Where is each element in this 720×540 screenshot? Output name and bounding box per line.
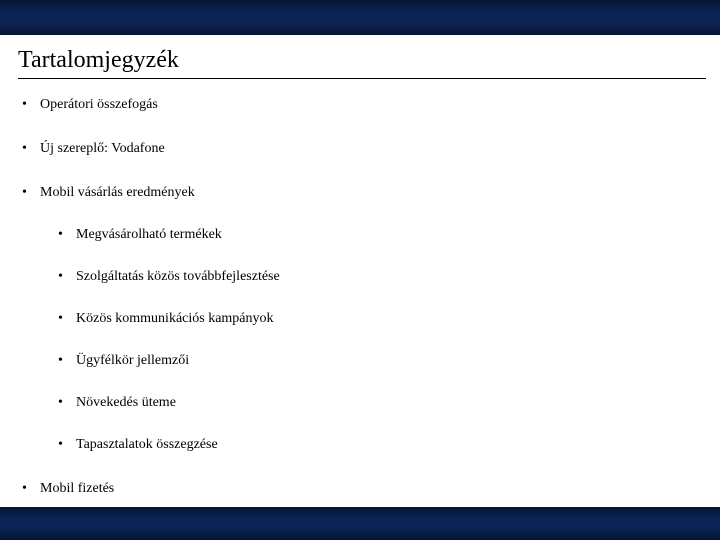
bottom-band (0, 507, 720, 540)
toc-subitem-label: Ügyfélkör jellemzői (76, 353, 189, 368)
toc-item: Mobil vásárlás eredmények Megvásárolható… (18, 185, 706, 453)
toc-subitem: Tapasztalatok összegzése (40, 437, 706, 453)
toc-subitem: Ügyfélkör jellemzői (40, 353, 706, 369)
content-area: Tartalomjegyzék Operátori összefogás Új … (0, 35, 720, 507)
toc-item-label: Mobil vásárlás eredmények (40, 185, 195, 200)
toc-item: Mobil fizetés (18, 481, 706, 497)
toc-subitem: Szolgáltatás közös továbbfejlesztése (40, 269, 706, 285)
slide: Tartalomjegyzék Operátori összefogás Új … (0, 0, 720, 540)
toc-subitem: Közös kommunikációs kampányok (40, 311, 706, 327)
top-band (0, 0, 720, 35)
title-rule (18, 78, 706, 79)
toc-sublist: Megvásárolható termékek Szolgáltatás köz… (40, 227, 706, 453)
toc-item-label: Operátori összefogás (40, 97, 158, 112)
toc-list: Operátori összefogás Új szereplő: Vodafo… (18, 97, 706, 497)
toc-subitem-label: Közös kommunikációs kampányok (76, 311, 274, 326)
toc-subitem-label: Megvásárolható termékek (76, 227, 222, 242)
toc-subitem-label: Tapasztalatok összegzése (76, 437, 218, 452)
toc-item-label: Mobil fizetés (40, 481, 114, 496)
slide-title: Tartalomjegyzék (18, 47, 706, 74)
toc-subitem-label: Növekedés üteme (76, 395, 176, 410)
toc-subitem-label: Szolgáltatás közös továbbfejlesztése (76, 269, 280, 284)
toc-subitem: Növekedés üteme (40, 395, 706, 411)
toc-item-label: Új szereplő: Vodafone (40, 141, 165, 156)
toc-item: Operátori összefogás (18, 97, 706, 113)
toc-subitem: Megvásárolható termékek (40, 227, 706, 243)
toc-item: Új szereplő: Vodafone (18, 141, 706, 157)
